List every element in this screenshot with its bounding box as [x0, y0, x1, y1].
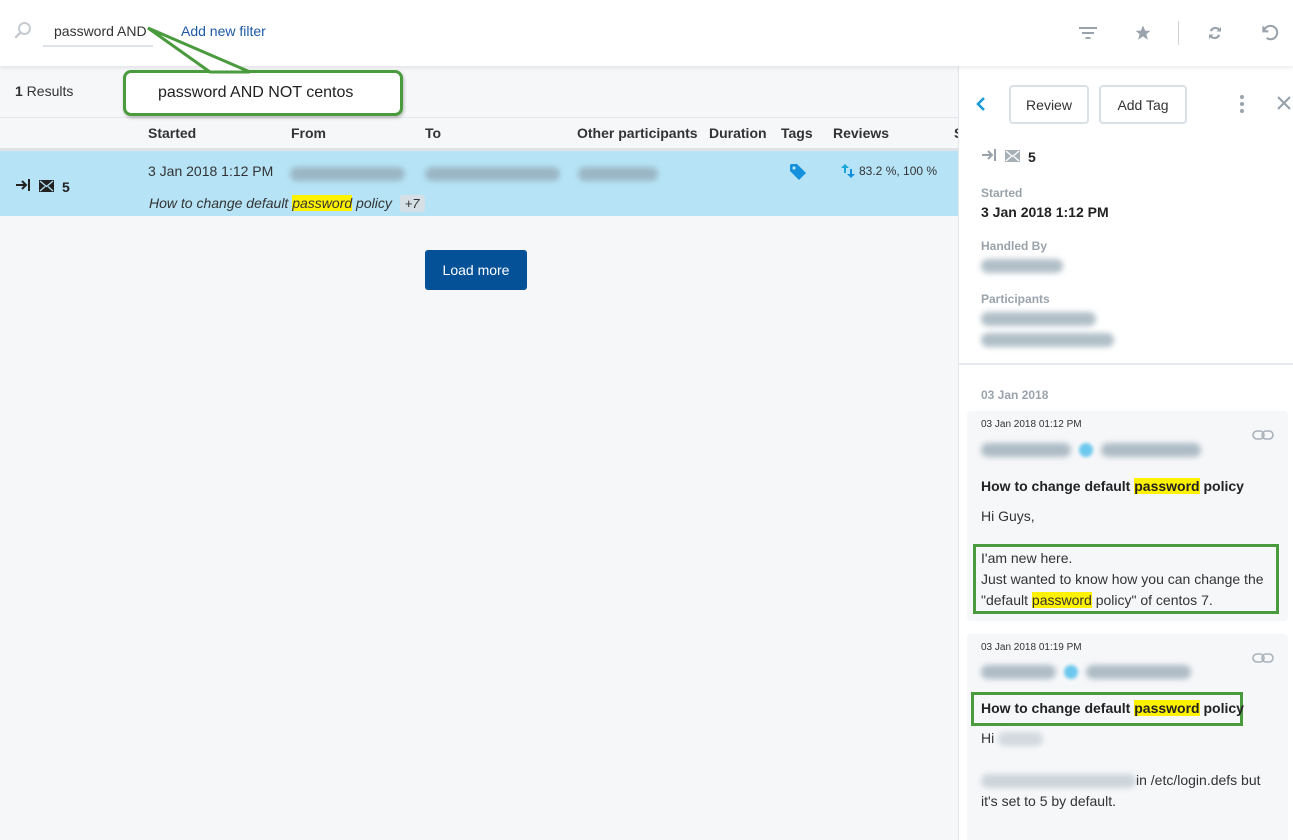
started-label: Started: [981, 186, 1023, 200]
link-icon[interactable]: [1252, 650, 1274, 668]
row-reviews: 83.2 %, 100 %: [840, 163, 937, 179]
message-time: 03 Jan 2018 01:12 PM: [981, 419, 1082, 430]
review-arrows-icon: [841, 164, 855, 178]
column-started[interactable]: Started: [148, 125, 196, 141]
row-started: 3 Jan 2018 1:12 PM: [148, 163, 274, 179]
message-subject: How to change default password policy: [981, 700, 1244, 716]
started-value: 3 Jan 2018 1:12 PM: [981, 204, 1109, 220]
column-to[interactable]: To: [425, 125, 441, 141]
results-panel: 1 Results Started From To Other particip…: [0, 66, 963, 840]
results-count: 1 Results: [15, 83, 74, 99]
direction-dot-icon: [1064, 665, 1078, 679]
detail-icons: 5: [981, 148, 1036, 165]
direction-dot-icon: [1079, 443, 1093, 457]
row-to-redacted: [425, 167, 560, 181]
participants-label: Participants: [981, 292, 1050, 306]
table-row[interactable]: 5 3 Jan 2018 1:12 PM 83.2 %, 100 % How t…: [0, 148, 958, 216]
search-icon: [14, 21, 32, 39]
text-redacted: [981, 773, 1136, 788]
section-divider: [959, 363, 1293, 365]
participant-redacted: [981, 333, 1114, 347]
day-header: 03 Jan 2018: [981, 388, 1049, 402]
inbound-arrow-icon: [981, 148, 997, 165]
message-participants: [981, 665, 1191, 679]
message-card[interactable]: 03 Jan 2018 01:12 PM How to change defau…: [967, 411, 1288, 621]
toolbar-divider: [1178, 21, 1179, 45]
participant-redacted: [981, 312, 1096, 326]
tag-icon[interactable]: [789, 163, 807, 186]
handled-by-redacted: [981, 259, 1063, 273]
close-icon[interactable]: [1277, 93, 1291, 116]
row-from-redacted: [290, 167, 405, 181]
row-subject: How to change default password policy +7: [149, 195, 425, 212]
undo-icon[interactable]: [1259, 22, 1281, 44]
inbound-arrow-icon: [15, 178, 31, 195]
add-tag-button[interactable]: Add Tag: [1099, 85, 1187, 124]
table-header: Started From To Other participants Durat…: [0, 117, 963, 147]
mail-icon: [39, 179, 54, 195]
mail-icon: [1005, 149, 1020, 165]
message-subject: How to change default password policy: [981, 478, 1244, 494]
message-participants: [981, 443, 1201, 457]
message-count: 5: [62, 178, 70, 195]
name-redacted: [998, 731, 1044, 746]
column-tags[interactable]: Tags: [781, 125, 813, 141]
callout-text: password AND NOT centos: [158, 84, 354, 101]
message-body: in /etc/login.defs but it's set to 5 by …: [981, 772, 1261, 809]
more-options-icon[interactable]: [1239, 94, 1245, 119]
column-reviews[interactable]: Reviews: [833, 125, 889, 141]
column-other-participants[interactable]: Other participants: [577, 125, 698, 141]
callout-pointer: [147, 26, 251, 74]
filter-icon[interactable]: [1077, 22, 1099, 44]
message-body: I'am new here. Just wanted to know how y…: [981, 550, 1264, 608]
recipient-redacted: [1086, 665, 1191, 679]
recipient-redacted: [1101, 443, 1201, 457]
callout-annotation: password AND NOT centos: [123, 70, 403, 116]
column-duration[interactable]: Duration: [709, 125, 767, 141]
message-greeting: Hi: [981, 728, 1044, 749]
row-other-participants-redacted: [578, 167, 658, 181]
handled-by-label: Handled By: [981, 239, 1048, 253]
more-badge: +7: [399, 195, 425, 212]
message-greeting: Hi Guys,: [981, 508, 1035, 524]
row-icons: 5: [15, 178, 70, 195]
sender-redacted: [981, 443, 1071, 457]
message-card[interactable]: 03 Jan 2018 01:19 PM How to change defau…: [967, 634, 1288, 840]
load-more-button[interactable]: Load more: [425, 250, 527, 290]
message-time: 03 Jan 2018 01:19 PM: [981, 642, 1082, 653]
column-from[interactable]: From: [291, 125, 326, 141]
star-icon[interactable]: [1132, 22, 1154, 44]
back-chevron-icon[interactable]: [975, 94, 987, 117]
review-button[interactable]: Review: [1009, 85, 1089, 124]
sender-redacted: [981, 665, 1056, 679]
link-icon[interactable]: [1252, 427, 1274, 445]
refresh-icon[interactable]: [1204, 22, 1226, 44]
detail-panel: Review Add Tag 5 Started 3 Jan 2018 1:12…: [958, 66, 1293, 840]
search-input[interactable]: [43, 16, 153, 47]
message-count: 5: [1028, 148, 1036, 165]
